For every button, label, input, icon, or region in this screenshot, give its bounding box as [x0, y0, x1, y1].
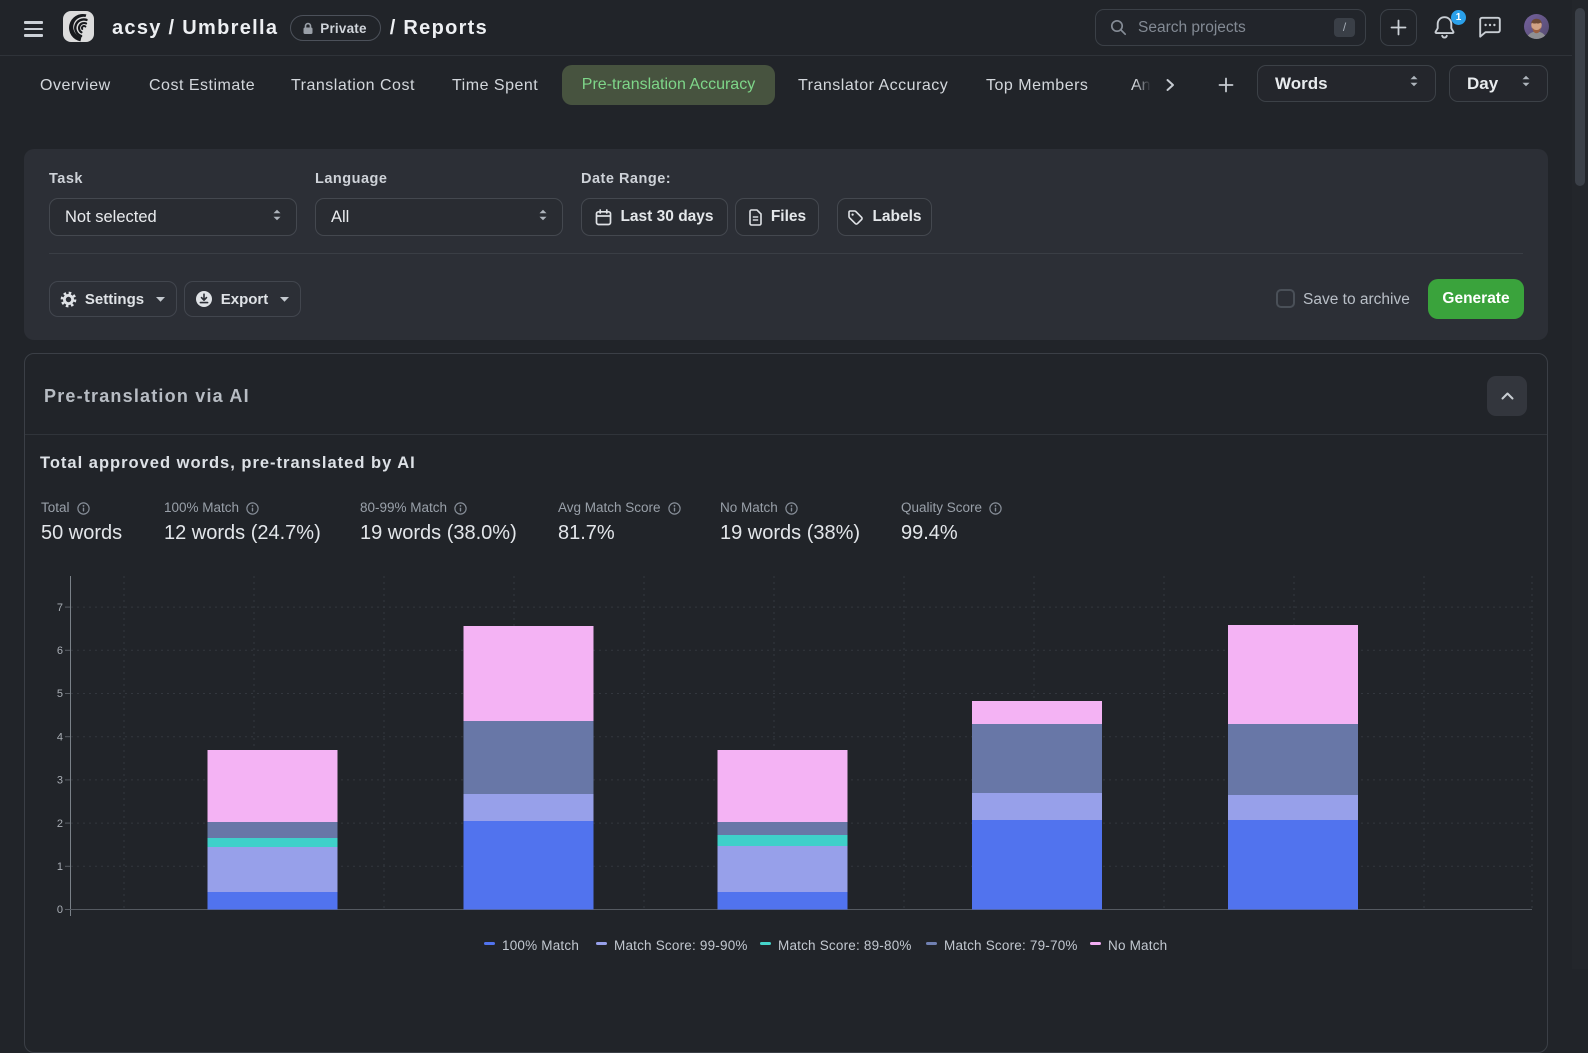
svg-text:4: 4 — [57, 731, 63, 743]
svg-text:0: 0 — [57, 904, 63, 916]
svg-text:1: 1 — [57, 861, 63, 873]
svg-text:2: 2 — [57, 818, 63, 830]
svg-text:7: 7 — [57, 602, 63, 614]
svg-text:5: 5 — [57, 688, 63, 700]
svg-text:3: 3 — [57, 775, 63, 787]
svg-text:6: 6 — [57, 645, 63, 657]
